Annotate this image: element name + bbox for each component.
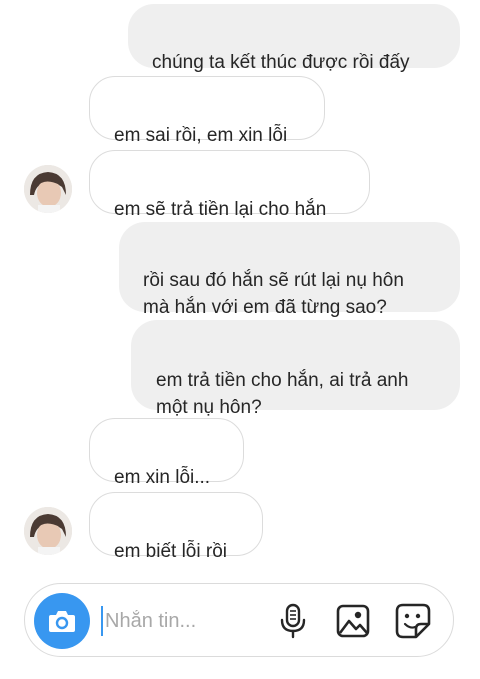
- message-text: em trả tiền cho hắn, ai trả anh một nụ h…: [156, 370, 409, 418]
- gallery-icon: [336, 604, 370, 638]
- sticker-icon: [395, 603, 431, 639]
- microphone-icon: [280, 603, 306, 639]
- message-bubble-outgoing[interactable]: chúng ta kết thúc được rồi đấy: [128, 4, 460, 73]
- message-text: rồi sau đó hắn sẽ rút lại nụ hôn mà hắn …: [143, 270, 404, 318]
- contact-avatar[interactable]: [24, 507, 72, 555]
- message-bubble-incoming[interactable]: em sai rồi, em xin lỗi: [89, 76, 325, 146]
- message-text: em xin lỗi...: [114, 467, 211, 488]
- gallery-button[interactable]: [334, 602, 372, 640]
- message-text: em sai rồi, em xin lỗi: [114, 125, 288, 146]
- message-bubble-incoming[interactable]: em xin lỗi...: [89, 418, 244, 488]
- voice-message-button[interactable]: [274, 602, 312, 640]
- message-bubble-incoming[interactable]: em biết lỗi rồi: [89, 492, 263, 562]
- message-bubble-incoming[interactable]: em sẽ trả tiền lại cho hắn: [89, 150, 370, 220]
- message-text: em biết lỗi rồi: [114, 541, 227, 562]
- message-bubble-outgoing[interactable]: rồi sau đó hắn sẽ rút lại nụ hôn mà hắn …: [119, 222, 460, 318]
- message-text: em sẽ trả tiền lại cho hắn: [114, 199, 327, 220]
- text-cursor: [101, 606, 103, 636]
- message-text: chúng ta kết thúc được rồi đấy: [152, 52, 410, 73]
- camera-button[interactable]: [34, 593, 90, 649]
- contact-avatar[interactable]: [24, 165, 72, 213]
- sticker-button[interactable]: [394, 602, 432, 640]
- message-composer: [24, 583, 454, 657]
- camera-icon: [49, 611, 75, 632]
- message-bubble-outgoing[interactable]: em trả tiền cho hắn, ai trả anh một nụ h…: [131, 320, 460, 418]
- message-input[interactable]: [105, 606, 275, 636]
